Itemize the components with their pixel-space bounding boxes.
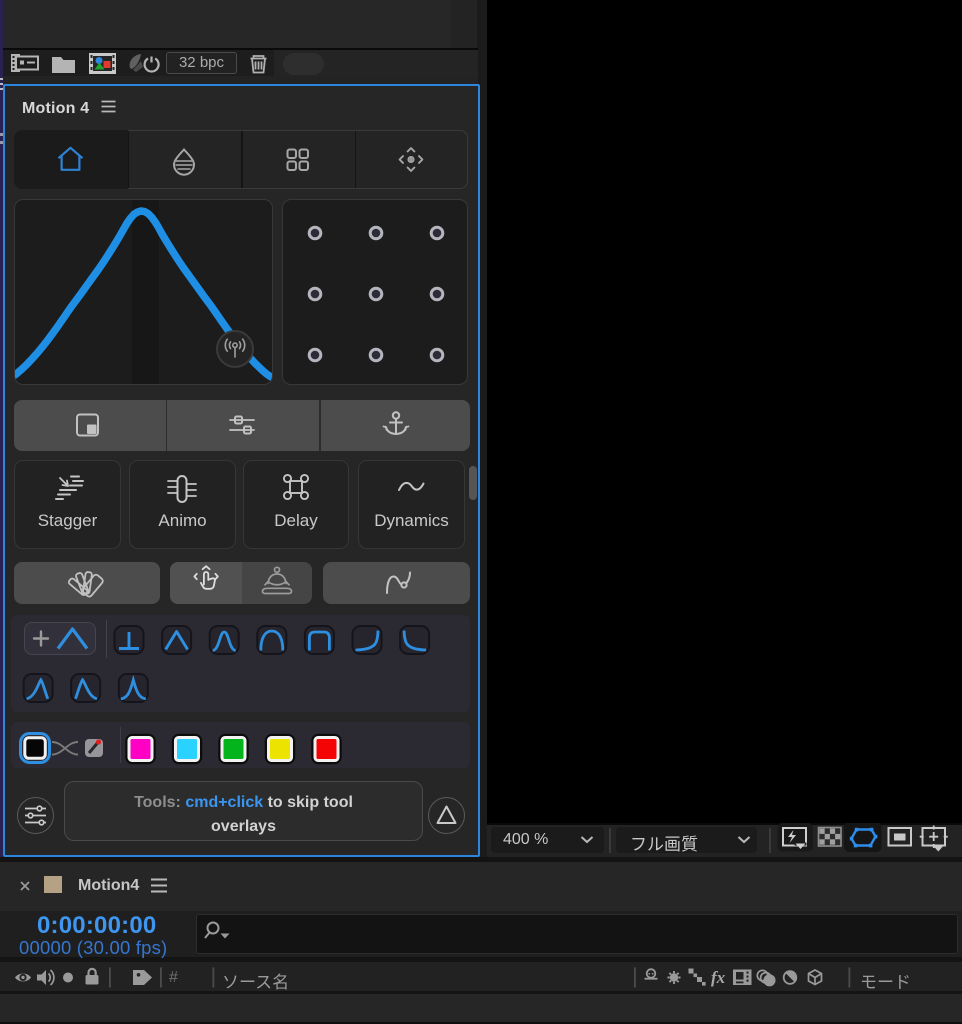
svg-text:fx: fx xyxy=(711,968,726,987)
